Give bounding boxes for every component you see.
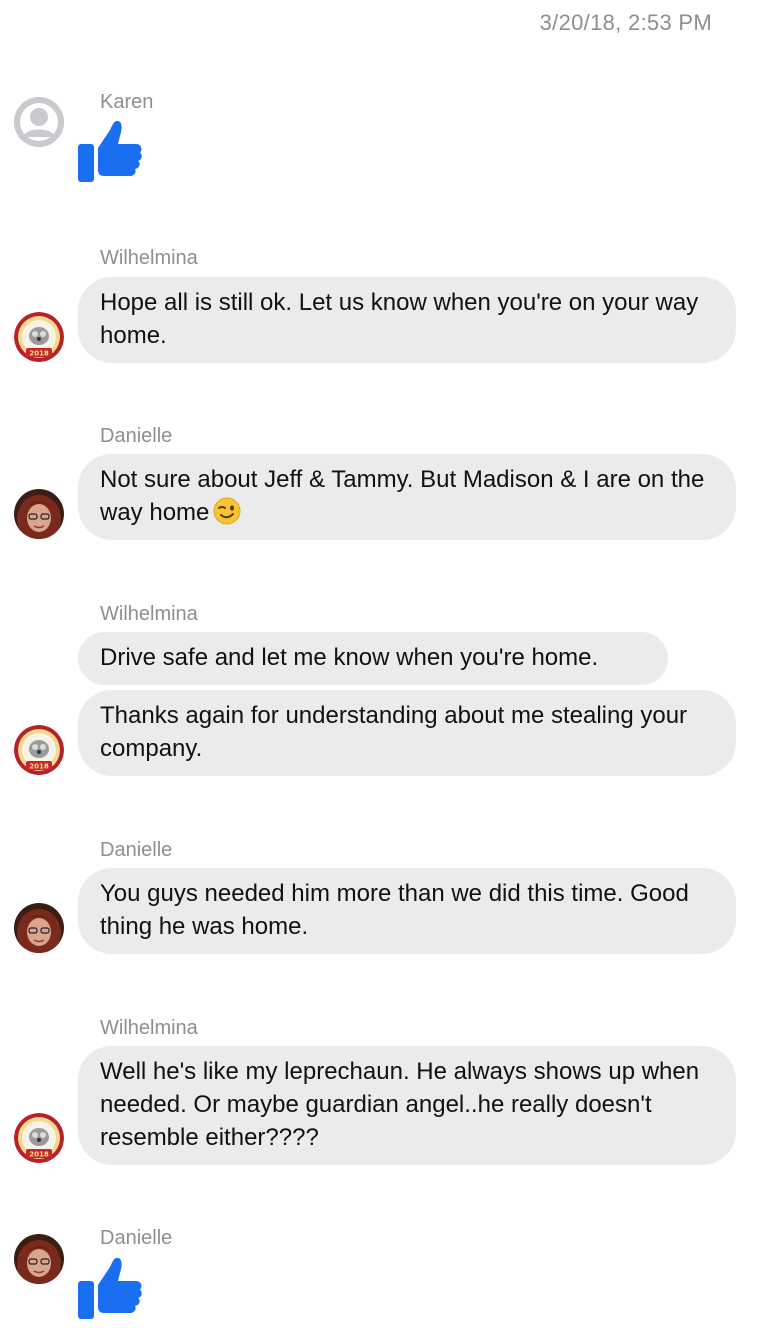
avatar-wilhelmina[interactable]: 2018 <box>14 725 64 775</box>
sender-name: Karen <box>100 91 154 113</box>
message-bubble[interactable]: Drive safe and let me know when you're h… <box>78 632 668 685</box>
avatar-danielle[interactable] <box>14 1234 64 1284</box>
message-text: Not sure about Jeff & Tammy. But Madison… <box>100 466 705 526</box>
avatar-placeholder[interactable] <box>14 97 64 147</box>
message-timestamp: 3/20/18, 2:53 PM <box>539 10 712 35</box>
message-bubble[interactable]: Hope all is still ok. Let us know when y… <box>78 277 736 363</box>
sender-name: Danielle <box>100 1227 173 1249</box>
message-bubble[interactable]: Thanks again for understanding about me … <box>78 690 736 776</box>
avatar-wilhelmina[interactable]: 2018 <box>14 1113 64 1163</box>
avatar-danielle[interactable] <box>14 489 64 539</box>
winking-face-emoji <box>213 497 241 525</box>
avatar-danielle[interactable] <box>14 903 64 953</box>
svg-text:2018: 2018 <box>29 350 49 358</box>
message-bubble[interactable]: You guys needed him more than we did thi… <box>78 868 736 954</box>
thumbs-up-icon[interactable] <box>78 118 142 182</box>
sender-name: Danielle <box>100 425 173 447</box>
sender-name: Danielle <box>100 839 173 861</box>
thumbs-up-icon[interactable] <box>78 1255 142 1319</box>
sender-name: Wilhelmina <box>100 1017 198 1039</box>
svg-text:2018: 2018 <box>29 1151 49 1159</box>
avatar-wilhelmina[interactable]: 2018 <box>14 312 64 362</box>
default-avatar-icon <box>14 97 64 147</box>
sender-name: Wilhelmina <box>100 247 198 269</box>
svg-text:2018: 2018 <box>29 763 49 771</box>
message-bubble[interactable]: Well he's like my leprechaun. He always … <box>78 1046 736 1165</box>
message-bubble[interactable]: Not sure about Jeff & Tammy. But Madison… <box>78 454 736 540</box>
sender-name: Wilhelmina <box>100 603 198 625</box>
